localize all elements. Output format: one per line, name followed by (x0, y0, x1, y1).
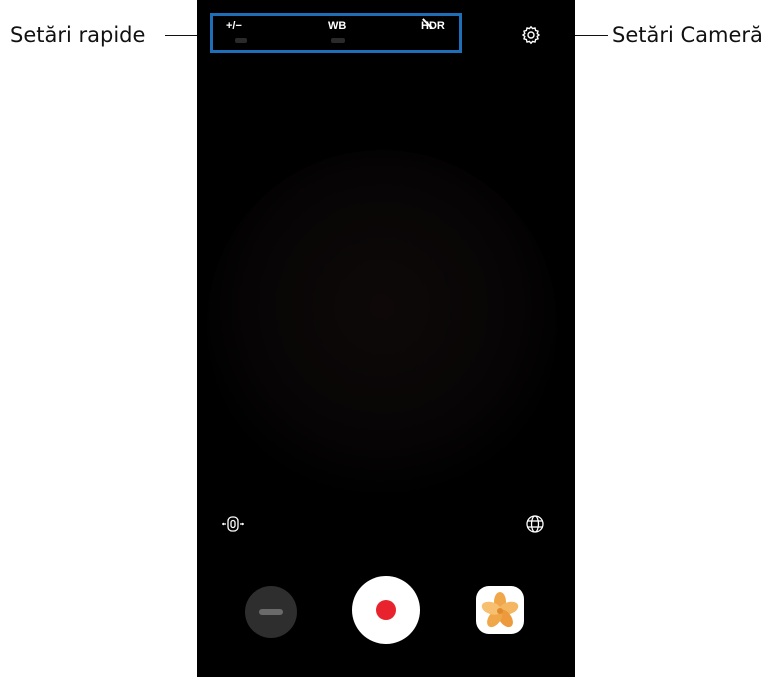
globe-icon[interactable] (525, 514, 549, 534)
white-balance-value (331, 38, 345, 43)
white-balance-button[interactable]: WB (328, 20, 346, 32)
flower-gallery-icon (481, 592, 519, 628)
gallery-button[interactable] (476, 586, 524, 634)
mode-blur-icon (259, 609, 283, 615)
record-button[interactable] (352, 576, 420, 644)
camera-screen: +/− WB HDR (197, 0, 575, 677)
record-dot-icon (376, 600, 396, 620)
exposure-button[interactable]: +/− (226, 20, 242, 32)
gear-icon[interactable] (521, 25, 541, 45)
viewfinder (207, 150, 557, 500)
exposure-value (235, 38, 247, 43)
mode-button[interactable] (245, 586, 297, 638)
quick-settings-callout: Setări rapide (10, 23, 146, 47)
rotate-lens-icon[interactable] (221, 514, 245, 534)
camera-settings-callout: Setări Cameră (612, 23, 763, 47)
